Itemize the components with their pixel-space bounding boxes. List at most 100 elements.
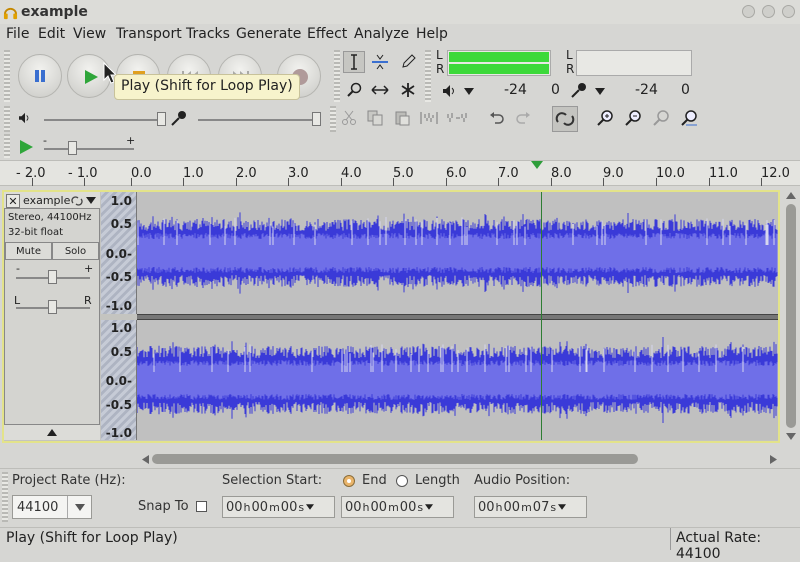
scrollbar-thumb[interactable] [152,454,638,464]
minutes-value[interactable]: 00 [252,500,269,515]
chevron-down-icon[interactable] [306,504,315,510]
play-tooltip: Play (Shift for Loop Play) [114,74,300,100]
vertical-ruler-label: 1.0 [110,194,132,208]
scroll-down-icon[interactable] [786,433,796,440]
toolbar-grip[interactable] [4,50,10,102]
trim-button[interactable] [418,107,440,129]
minutes-value[interactable]: 00 [504,500,521,515]
waveform-rms [137,360,778,400]
chevron-down-icon[interactable] [425,504,434,510]
play-speed-slider[interactable] [44,148,134,150]
slider-thumb[interactable] [48,300,57,314]
length-radio[interactable] [396,475,408,487]
waveform-channel-left[interactable] [137,192,778,314]
seconds-value[interactable]: 00 [400,500,417,515]
menu-effect[interactable]: Effect [307,26,347,42]
track-close-button[interactable]: ✕ [6,194,20,208]
slider-thumb[interactable] [48,270,57,284]
maximize-button[interactable] [762,5,775,18]
menu-file[interactable]: File [6,26,29,42]
end-radio[interactable] [343,475,355,487]
cut-button[interactable] [338,107,360,129]
playback-meter[interactable] [576,50,692,76]
close-window-button[interactable] [782,5,795,18]
multi-tool[interactable] [397,79,419,101]
menu-help[interactable]: Help [416,26,448,42]
toolbar-grip[interactable] [334,50,340,102]
draw-tool[interactable] [397,51,419,73]
toolbar-grip[interactable] [330,106,336,132]
selection-end-time[interactable]: 00 h 00 m 00 s [341,496,454,518]
record-meter-left-label: L [436,48,443,62]
scroll-up-icon[interactable] [786,192,796,199]
audio-position-time[interactable]: 00 h 00 m 07 s [474,496,587,518]
minimize-button[interactable] [742,5,755,18]
scroll-left-icon[interactable] [142,455,149,464]
scroll-right-icon[interactable] [770,455,777,464]
mute-button[interactable]: Mute [5,242,52,260]
silence-button[interactable] [446,107,468,129]
slider-thumb[interactable] [68,141,77,155]
fit-selection-button[interactable] [650,107,672,129]
zoom-in-button[interactable] [594,107,616,129]
zoom-out-button[interactable] [622,107,644,129]
project-rate-combo[interactable]: 44100 [12,495,92,519]
seconds-value[interactable]: 07 [533,500,550,515]
hours-value[interactable]: 00 [345,500,362,515]
seconds-value[interactable]: 00 [281,500,298,515]
paste-button[interactable] [391,107,413,129]
play-at-speed-icon[interactable] [17,138,35,156]
play-head-icon [531,161,543,169]
ruler-tick [288,178,289,186]
track-name[interactable]: example [23,194,70,207]
status-message: Play (Shift for Loop Play) [6,530,178,546]
slider-thumb[interactable] [157,112,166,126]
s-unit: s [298,500,305,514]
sync-lock-button[interactable] [552,106,578,132]
undo-button[interactable] [486,107,508,129]
chevron-down-icon[interactable] [595,88,605,96]
envelope-tool[interactable] [369,51,391,73]
minutes-value[interactable]: 00 [371,500,388,515]
menu-tracks[interactable]: Tracks [186,26,230,42]
record-meter[interactable] [447,50,551,76]
toolbar-grip[interactable] [2,472,8,522]
menu-transport[interactable]: Transport [116,26,182,42]
vertical-scrollbar[interactable] [784,190,798,443]
zoom-fit-selection-icon [653,110,669,126]
menu-edit[interactable]: Edit [38,26,65,42]
solo-button[interactable]: Solo [52,242,99,260]
toolbar-grip[interactable] [425,50,431,102]
record-volume-slider[interactable] [198,119,318,121]
track-menu-chevron-icon[interactable] [86,197,96,205]
zoom-tool[interactable] [343,79,365,101]
redo-button[interactable] [512,107,534,129]
hours-value[interactable]: 00 [478,500,495,515]
project-rate-dropdown[interactable] [67,496,91,518]
waveform-channel-right[interactable] [137,320,778,440]
copy-button[interactable] [364,107,386,129]
timeshift-tool[interactable] [369,79,391,101]
snap-to-checkbox[interactable] [196,501,207,512]
slider-thumb[interactable] [312,112,321,126]
ruler-tick [498,178,499,186]
toolbar-grip[interactable] [4,106,10,132]
menu-analyze[interactable]: Analyze [354,26,409,42]
chevron-down-icon[interactable] [464,88,474,96]
fit-project-button[interactable] [678,107,700,129]
menu-generate[interactable]: Generate [236,26,301,42]
gain-plus-label: + [84,262,94,275]
arrows-horizontal-icon [371,85,389,95]
playback-volume-slider[interactable] [44,119,164,121]
ruler-tick [183,178,184,186]
horizontal-scrollbar[interactable] [140,452,780,466]
chevron-down-icon[interactable] [558,504,567,510]
selection-start-time[interactable]: 00 h 00 m 00 s [222,496,335,518]
selection-tool[interactable] [343,51,365,73]
pause-button[interactable] [18,54,62,98]
toolbar-grip[interactable] [4,134,10,158]
menu-view[interactable]: View [73,26,106,42]
scrollbar-thumb[interactable] [786,204,796,428]
collapse-track-button[interactable] [4,424,100,440]
hours-value[interactable]: 00 [226,500,243,515]
